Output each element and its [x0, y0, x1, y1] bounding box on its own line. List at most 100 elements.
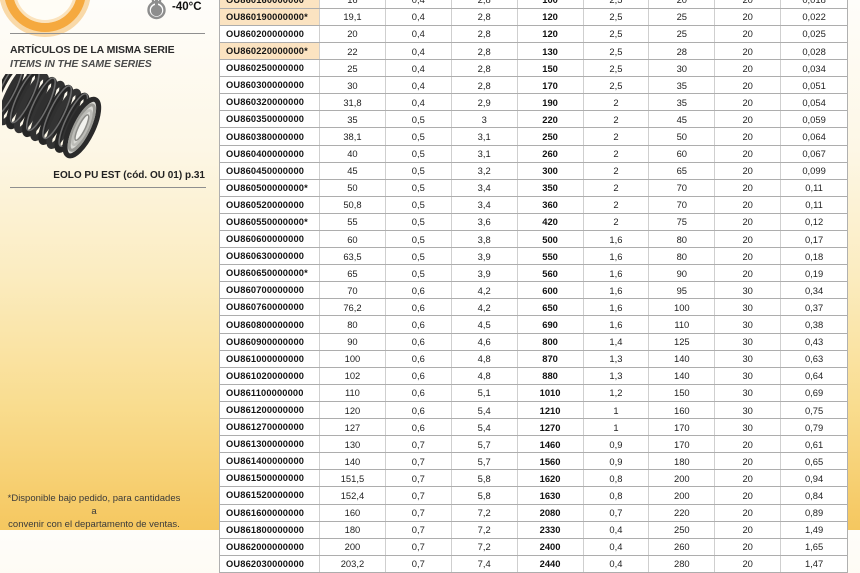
- value-cell: 20: [320, 26, 386, 42]
- value-cell: 20: [715, 231, 781, 247]
- value-cell: 75: [649, 214, 715, 230]
- value-cell: 70: [649, 197, 715, 213]
- value-cell: 80: [320, 316, 386, 332]
- value-cell: 0,38: [781, 316, 847, 332]
- value-cell: 1,6: [584, 265, 650, 281]
- value-cell: 20: [715, 436, 781, 452]
- value-cell: 140: [649, 368, 715, 384]
- left-info-panel: -40°C ARTÍCULOS DE LA MISMA SERIE ITEMS …: [0, 0, 218, 530]
- table-row: OU860160000000*160,42,81002,520200,018: [220, 0, 847, 9]
- table-row: OU8616000000001600,77,220800,7220200,89: [220, 505, 847, 522]
- value-cell: 25: [649, 26, 715, 42]
- value-cell: 4,8: [452, 351, 518, 367]
- value-cell: 2: [584, 111, 650, 127]
- value-cell: 1,6: [584, 282, 650, 298]
- value-cell: 0,7: [386, 505, 452, 521]
- value-cell: 190: [518, 94, 584, 110]
- product-code-cell: OU860220000000*: [220, 43, 320, 59]
- value-cell: 5,1: [452, 385, 518, 401]
- value-cell: 140: [320, 453, 386, 469]
- value-cell: 2,8: [452, 26, 518, 42]
- value-cell: 5,4: [452, 402, 518, 418]
- value-cell: 2,5: [584, 60, 650, 76]
- value-cell: 16: [320, 0, 386, 8]
- value-cell: 50: [649, 128, 715, 144]
- product-code-cell: OU861520000000: [220, 487, 320, 503]
- value-cell: 2: [584, 197, 650, 213]
- product-code-cell: OU861020000000: [220, 368, 320, 384]
- product-code-cell: OU860320000000: [220, 94, 320, 110]
- product-code-cell: OU860200000000: [220, 26, 320, 42]
- value-cell: 0,6: [386, 282, 452, 298]
- value-cell: 20: [715, 0, 781, 8]
- value-cell: 20: [715, 180, 781, 196]
- value-cell: 130: [518, 43, 584, 59]
- product-code-cell: OU860700000000: [220, 282, 320, 298]
- value-cell: 0,94: [781, 470, 847, 486]
- value-cell: 0,059: [781, 111, 847, 127]
- value-cell: 1010: [518, 385, 584, 401]
- value-cell: 45: [320, 163, 386, 179]
- value-cell: 0,051: [781, 77, 847, 93]
- value-cell: 1,47: [781, 556, 847, 572]
- table-row: OU860900000000900,64,68001,4125300,43: [220, 334, 847, 351]
- value-cell: 203,2: [320, 556, 386, 572]
- value-cell: 0,018: [781, 0, 847, 8]
- product-code-cell: OU861200000000: [220, 402, 320, 418]
- value-cell: 880: [518, 368, 584, 384]
- value-cell: 160: [649, 402, 715, 418]
- value-cell: 0,5: [386, 197, 452, 213]
- product-code-cell: OU861000000000: [220, 351, 320, 367]
- table-row: OU8612700000001270,65,412701170300,79: [220, 419, 847, 436]
- value-cell: 3,9: [452, 248, 518, 264]
- product-code-cell: OU860450000000: [220, 163, 320, 179]
- value-cell: 30: [715, 334, 781, 350]
- value-cell: 1,6: [584, 299, 650, 315]
- value-cell: 0,64: [781, 368, 847, 384]
- value-cell: 170: [649, 436, 715, 452]
- value-cell: 4,6: [452, 334, 518, 350]
- value-cell: 0,11: [781, 180, 847, 196]
- value-cell: 55: [320, 214, 386, 230]
- table-row: OU860800000000800,64,56901,6110300,38: [220, 316, 847, 333]
- value-cell: 2,8: [452, 60, 518, 76]
- value-cell: 30: [715, 385, 781, 401]
- value-cell: 120: [320, 402, 386, 418]
- table-row: OU8618000000001800,77,223300,4250201,49: [220, 522, 847, 539]
- same-series-title-es: ARTÍCULOS DE LA MISMA SERIE: [10, 44, 175, 56]
- value-cell: 1630: [518, 487, 584, 503]
- value-cell: 3,6: [452, 214, 518, 230]
- product-code-cell: OU861270000000: [220, 419, 320, 435]
- value-cell: 0,79: [781, 419, 847, 435]
- value-cell: 3,1: [452, 146, 518, 162]
- table-row: OU8620000000002000,77,224000,4260201,65: [220, 539, 847, 556]
- value-cell: 0,61: [781, 436, 847, 452]
- value-cell: 80: [649, 231, 715, 247]
- value-cell: 1: [584, 402, 650, 418]
- table-row: OU860650000000*650,53,95601,690200,19: [220, 265, 847, 282]
- table-row: OU860600000000600,53,85001,680200,17: [220, 231, 847, 248]
- value-cell: 0,7: [386, 436, 452, 452]
- table-row: OU860350000000350,53220245200,059: [220, 111, 847, 128]
- value-cell: 2,5: [584, 43, 650, 59]
- value-cell: 3,9: [452, 265, 518, 281]
- value-cell: 25: [320, 60, 386, 76]
- value-cell: 50,8: [320, 197, 386, 213]
- value-cell: 100: [649, 299, 715, 315]
- value-cell: 130: [320, 436, 386, 452]
- table-row: OU860300000000300,42,81702,535200,051: [220, 77, 847, 94]
- value-cell: 0,6: [386, 351, 452, 367]
- hose-photo: [2, 74, 114, 174]
- availability-footnote: *Disponible bajo pedido, para cantidades…: [4, 492, 184, 531]
- value-cell: 250: [518, 128, 584, 144]
- value-cell: 50: [320, 180, 386, 196]
- table-row: OU860400000000400,53,1260260200,067: [220, 146, 847, 163]
- value-cell: 20: [715, 505, 781, 521]
- value-cell: 260: [518, 146, 584, 162]
- value-cell: 3,1: [452, 128, 518, 144]
- table-row: OU860200000000200,42,81202,525200,025: [220, 26, 847, 43]
- value-cell: 170: [518, 77, 584, 93]
- value-cell: 110: [649, 316, 715, 332]
- value-cell: 0,69: [781, 385, 847, 401]
- value-cell: 2: [584, 214, 650, 230]
